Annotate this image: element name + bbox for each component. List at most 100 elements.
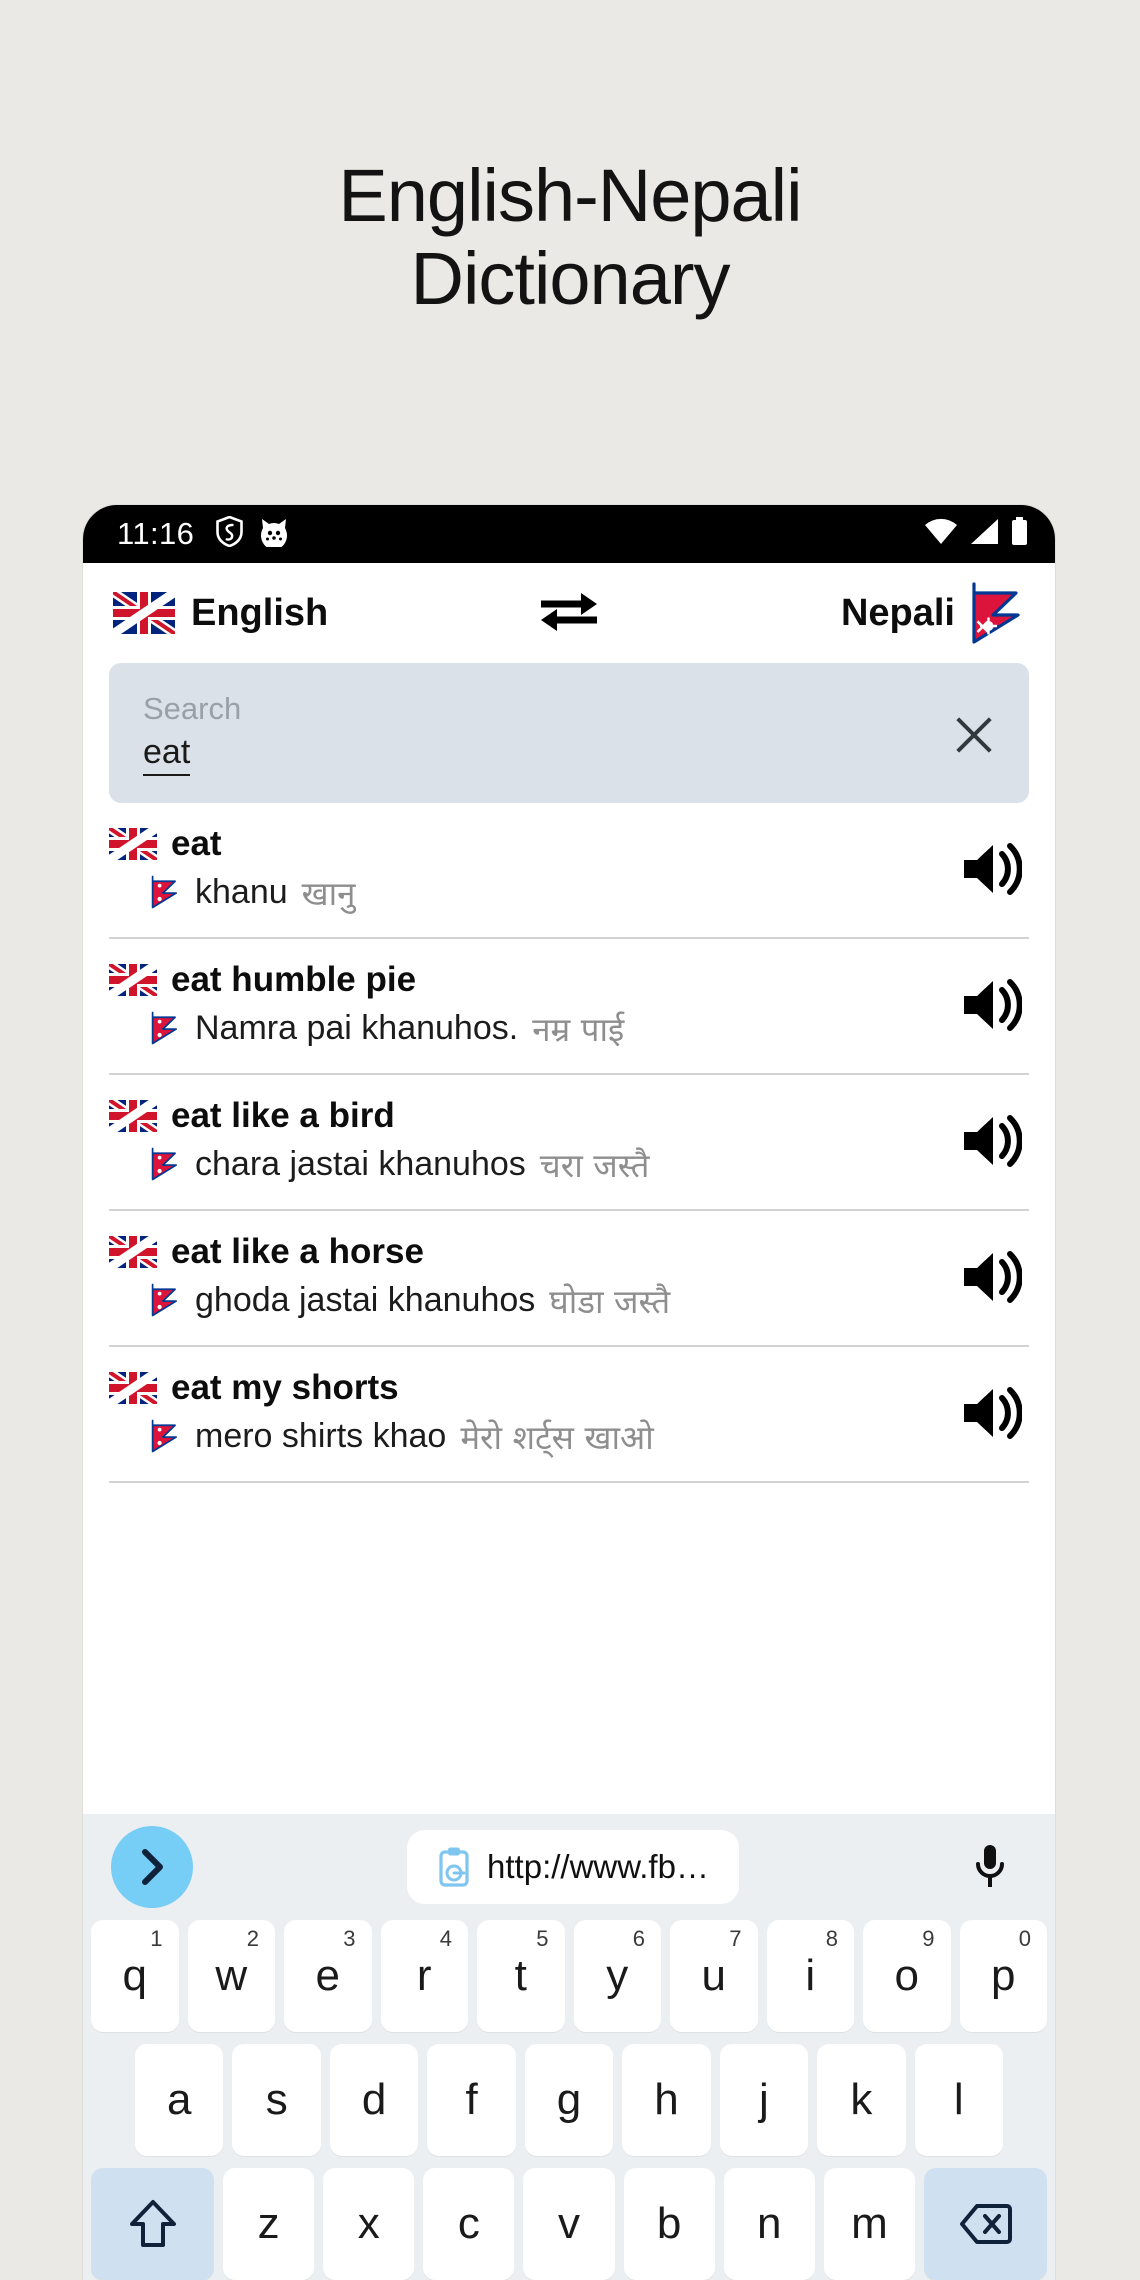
speaker-icon[interactable] [953, 841, 1029, 897]
cell-signal-icon [969, 518, 999, 550]
search-area: Search eat [83, 663, 1055, 803]
key-superscript: 0 [1018, 1926, 1031, 1951]
shift-arrow-icon [129, 2200, 176, 2247]
key-label: g [556, 2075, 582, 2124]
speaker-icon[interactable] [953, 977, 1029, 1033]
swap-arrows-icon [541, 592, 597, 631]
close-x-icon[interactable] [947, 706, 1001, 760]
result-nepali-line: Namra pai khanuhos. नम्र पाई [109, 1006, 937, 1051]
target-language-label: Nepali [840, 591, 955, 634]
source-language-selector[interactable]: English [113, 592, 328, 635]
result-content: eat humble pie Namra pai khanuhos. नम्र … [109, 960, 937, 1051]
result-english-line: eat my shorts [109, 1368, 937, 1408]
key-l[interactable]: l [914, 2044, 1003, 2156]
speaker-icon[interactable] [953, 1249, 1029, 1305]
uk-flag-icon [113, 592, 175, 634]
result-english-line: eat [109, 824, 937, 864]
key-q[interactable]: 1q [91, 1920, 179, 2032]
result-devanagari: घोडा जस्तै [549, 1281, 671, 1321]
keyboard-row-1: 1q 2w 3e 4r 5t 6y 7u 8i 9o 0p [83, 1920, 1055, 2032]
key-superscript: 7 [729, 1926, 742, 1951]
shift-key[interactable] [90, 2168, 215, 2280]
key-c[interactable]: c [423, 2168, 515, 2280]
backspace-key[interactable] [924, 2168, 1048, 2280]
key-label: i [805, 1951, 816, 2000]
target-language-selector[interactable]: Nepali [841, 582, 1027, 644]
uk-flag-icon [109, 1235, 157, 1268]
result-romanized: Namra pai khanuhos. [195, 1008, 519, 1047]
key-superscript: 1 [150, 1926, 163, 1951]
phone-mockup: 11:16 English Nepali Search eat eat khan… [83, 505, 1055, 2280]
result-content: eat my shorts mero shirts khao मेरो शर्ट… [109, 1368, 937, 1459]
result-devanagari: मेरो शर्ट्स खाओ [460, 1417, 654, 1457]
table-row[interactable]: eat like a horse ghoda jastai khanuhos घ… [109, 1211, 1029, 1347]
key-y[interactable]: 6y [573, 1920, 661, 2032]
nepal-flag-icon [972, 582, 1020, 644]
result-content: eat khanu खानु [109, 824, 937, 915]
microphone-icon[interactable] [953, 1843, 1027, 1891]
swap-languages-button[interactable] [535, 588, 603, 639]
key-a[interactable]: a [135, 2044, 224, 2156]
key-f[interactable]: f [427, 2044, 516, 2156]
speaker-icon[interactable] [953, 1113, 1029, 1169]
key-e[interactable]: 3e [284, 1920, 372, 2032]
clipboard-suggestion-chip[interactable]: http://www.fb… [407, 1830, 739, 1904]
key-b[interactable]: b [623, 2168, 715, 2280]
key-z[interactable]: z [223, 2168, 315, 2280]
key-superscript: 3 [343, 1926, 356, 1951]
key-m[interactable]: m [823, 2168, 915, 2280]
key-r[interactable]: 4r [380, 1920, 468, 2032]
expand-suggestions-button[interactable] [111, 1826, 193, 1908]
key-label: s [265, 2075, 288, 2124]
key-i[interactable]: 8i [766, 1920, 854, 2032]
key-g[interactable]: g [524, 2044, 614, 2156]
key-x[interactable]: x [323, 2168, 415, 2280]
key-n[interactable]: n [723, 2168, 815, 2280]
key-j[interactable]: j [719, 2044, 809, 2156]
table-row[interactable]: eat humble pie Namra pai khanuhos. नम्र … [109, 939, 1029, 1075]
key-label: t [514, 1951, 527, 2000]
uk-flag-icon [109, 1371, 157, 1404]
keyboard-row-2: a s d f g h j k l [83, 2044, 1055, 2156]
key-superscript: 9 [922, 1926, 935, 1951]
status-bar: 11:16 [83, 505, 1055, 563]
table-row[interactable]: eat my shorts mero shirts khao मेरो शर्ट… [109, 1347, 1029, 1483]
table-row[interactable]: eat khanu खानु [109, 803, 1029, 939]
table-row[interactable]: eat one's hat ekko topi khanuhos एकको टो… [109, 1483, 1029, 1486]
key-superscript: 8 [825, 1926, 838, 1951]
key-h[interactable]: h [622, 2044, 711, 2156]
result-devanagari: चरा जस्तै [539, 1145, 650, 1185]
nepal-flag-icon [151, 1011, 178, 1045]
search-input[interactable]: Search eat [109, 663, 1029, 803]
key-d[interactable]: d [329, 2044, 419, 2156]
key-u[interactable]: 7u [670, 1920, 758, 2032]
result-english-term: eat my shorts [171, 1367, 399, 1407]
result-english-line: eat like a horse [109, 1232, 937, 1272]
key-label: c [457, 2199, 480, 2248]
key-t[interactable]: 5t [477, 1920, 565, 2032]
key-w[interactable]: 2w [187, 1920, 275, 2032]
key-label: j [758, 2075, 769, 2124]
key-s[interactable]: s [232, 2044, 321, 2156]
speaker-icon[interactable] [953, 1385, 1029, 1441]
key-label: h [654, 2075, 679, 2124]
results-list[interactable]: eat khanu खानु eat humble pie Namra pai … [83, 803, 1055, 1486]
nepal-flag-icon [151, 1283, 178, 1317]
key-label: b [656, 2199, 682, 2248]
key-label: l [953, 2075, 964, 2124]
key-label: o [894, 1951, 919, 2000]
result-romanized: khanu [195, 872, 288, 911]
key-p[interactable]: 0p [959, 1920, 1047, 2032]
key-label: q [122, 1951, 147, 2000]
clipboard-link-icon [439, 1847, 469, 1887]
key-superscript: 6 [632, 1926, 645, 1951]
table-row[interactable]: eat like a bird chara jastai khanuhos चर… [109, 1075, 1029, 1211]
result-english-term: eat like a horse [171, 1231, 424, 1271]
clipboard-suggestion-text: http://www.fb… [487, 1848, 709, 1885]
result-content: eat like a horse ghoda jastai khanuhos घ… [109, 1232, 937, 1323]
key-v[interactable]: v [523, 2168, 615, 2280]
key-k[interactable]: k [817, 2044, 906, 2156]
result-nepali-line: chara jastai khanuhos चरा जस्तै [109, 1142, 937, 1187]
result-devanagari: नम्र पाई [532, 1009, 625, 1049]
key-o[interactable]: 9o [863, 1920, 951, 2032]
